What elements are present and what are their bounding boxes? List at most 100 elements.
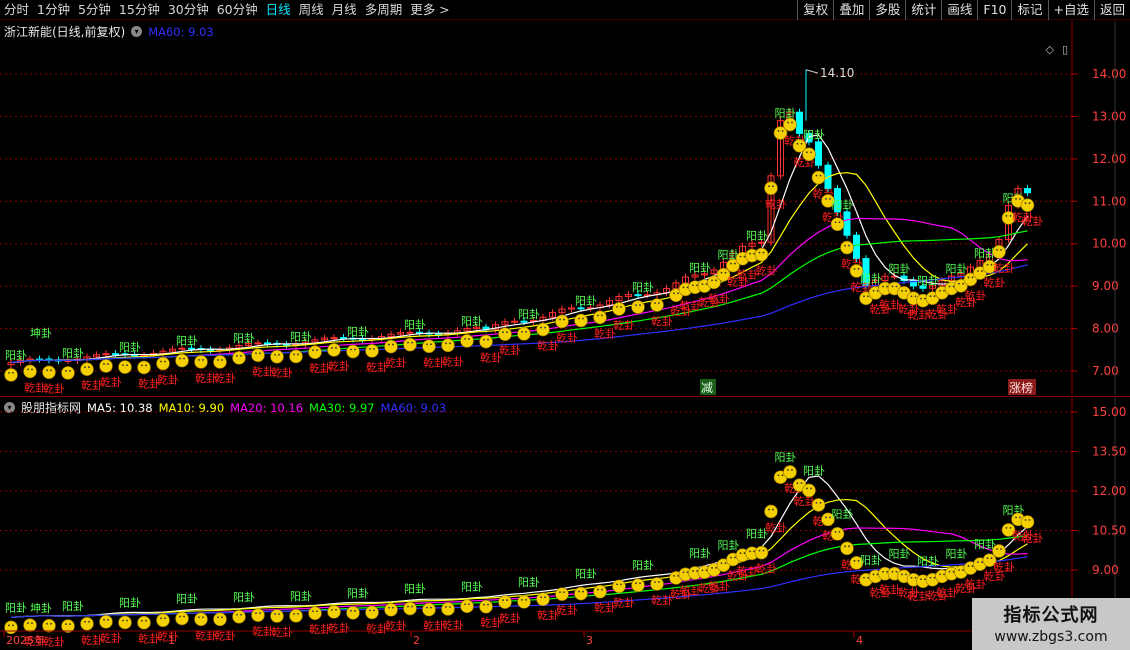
period-tab-7[interactable]: 周线 [295, 0, 328, 20]
emoji-eye [84, 366, 86, 369]
toolbar-button-2[interactable]: 多股 [869, 0, 905, 20]
emoji-eye [739, 255, 742, 258]
emoji-face-icon [251, 348, 265, 363]
emoji-face-icon [574, 586, 588, 601]
emoji-eye [335, 347, 337, 349]
emoji-eye [312, 610, 314, 613]
candle-body [853, 234, 860, 260]
emoji-face-icon [137, 360, 151, 375]
sub-price-label: 10.50 [1092, 523, 1126, 537]
emoji-face-icon [270, 349, 284, 364]
candle-body [178, 347, 186, 350]
emoji-eye [202, 616, 204, 619]
price-tick-label: 13.00 [1092, 109, 1126, 123]
emoji-face-icon [156, 613, 170, 628]
emoji-eye [943, 289, 945, 292]
period-tab-0[interactable]: 分时 [0, 0, 33, 20]
period-tab-10[interactable]: 更多 > [406, 0, 453, 20]
emoji-eye [84, 620, 86, 623]
emoji-eye [781, 474, 784, 477]
yang-signal-label: 阳卦 [946, 547, 968, 561]
emoji-eye [895, 285, 898, 288]
period-tab-9[interactable]: 多周期 [361, 0, 407, 20]
period-tab-2[interactable]: 5分钟 [74, 0, 115, 20]
yang-signal-label: 阳卦 [119, 595, 141, 609]
emoji-eye [844, 545, 846, 548]
candle-body [330, 337, 338, 340]
emoji-eye [407, 341, 409, 344]
emoji-eye [806, 487, 808, 490]
emoji-eye [1015, 516, 1017, 519]
emoji-eye [958, 569, 960, 571]
emoji-eye [502, 599, 504, 601]
emoji-eye [582, 590, 584, 593]
emoji-eye [620, 306, 622, 308]
yang-signal-label: 阳卦 [946, 262, 968, 276]
price-tick-label: 10.00 [1092, 237, 1126, 251]
emoji-face-icon [346, 344, 360, 359]
emoji-eye [65, 623, 67, 626]
emoji-eye [654, 581, 656, 583]
sub-price-label: 13.50 [1092, 444, 1126, 458]
emoji-eye [65, 370, 67, 372]
candle-body [511, 320, 518, 323]
qian-signal-label: 乾卦 [271, 366, 293, 380]
yang-signal-label: 阳卦 [461, 579, 483, 593]
date-tick-label: 4 [856, 634, 863, 647]
emoji-face-icon [42, 618, 56, 633]
indicator-pane[interactable]: ▾ 股朋指标网 MA5: 10.38 MA10: 9.90 MA20: 10.16 M… [0, 396, 1130, 650]
toolbar-button-5[interactable]: F10 [977, 0, 1011, 20]
emoji-eye [872, 289, 875, 292]
emoji-eye [183, 357, 185, 360]
emoji-eye [50, 622, 52, 625]
emoji-eye [886, 285, 888, 288]
toolbar-button-8[interactable]: 返回 [1093, 0, 1130, 20]
toolbar-button-7[interactable]: +自选 [1047, 0, 1094, 20]
kun-signal-label: 坤卦 [30, 601, 52, 615]
period-tab-5[interactable]: 60分钟 [213, 0, 262, 20]
candle-body [1024, 188, 1031, 194]
toolbar-button-6[interactable]: 标记 [1011, 0, 1047, 20]
emoji-eye [724, 562, 727, 565]
emoji-face-icon [99, 615, 113, 629]
emoji-eye [506, 331, 508, 334]
emoji-eye [449, 606, 451, 608]
emoji-eye [601, 314, 603, 317]
emoji-eye [141, 619, 143, 622]
emoji-eye [920, 578, 922, 581]
main-chart-pane[interactable]: 浙江新能(日线,前复权) ▾ MA60: 9.03 ◇ ▯ 14.00 13.00… [0, 21, 1130, 395]
emoji-eye [772, 508, 774, 511]
emoji-eye [639, 304, 641, 306]
yang-signal-label: 阳卦 [290, 589, 312, 603]
toolbar-button-4[interactable]: 画线 [941, 0, 977, 20]
emoji-face-icon [441, 338, 455, 353]
toolbar-button-1[interactable]: 叠加 [833, 0, 869, 20]
candle-body [577, 307, 585, 310]
emoji-face-icon [384, 339, 398, 354]
yang-signal-label: 阳卦 [803, 463, 825, 477]
emoji-eye [293, 353, 295, 356]
period-tab-4[interactable]: 30分钟 [164, 0, 213, 20]
emoji-eye [350, 609, 352, 612]
yang-signal-label: 阳卦 [233, 590, 255, 604]
emoji-face-icon [232, 351, 246, 365]
emoji-eye [762, 549, 765, 552]
emoji-eye [297, 353, 299, 356]
period-tab-3[interactable]: 15分钟 [115, 0, 164, 20]
emoji-eye [952, 570, 955, 573]
period-tab-6[interactable]: 日线 [262, 0, 295, 20]
emoji-eye [876, 573, 879, 576]
emoji-eye [487, 338, 489, 341]
emoji-eye [183, 615, 185, 618]
toolbar-button-3[interactable]: 统计 [905, 0, 941, 20]
toolbar-button-0[interactable]: 复权 [797, 0, 833, 20]
candle-body [815, 141, 822, 166]
emoji-eye [1019, 198, 1021, 200]
period-tab-8[interactable]: 月线 [328, 0, 361, 20]
emoji-eye [198, 616, 200, 619]
watermark-url: www.zbgs3.com [994, 629, 1108, 645]
period-tab-1[interactable]: 1分钟 [33, 0, 74, 20]
emoji-eye [905, 289, 907, 292]
period-toolbar: 分时 1分钟 5分钟 15分钟 30分钟 60分钟 日线 周线 月线 多周期 更多 > 复权 叠加 多股… [0, 0, 1130, 20]
emoji-eye [88, 620, 90, 623]
